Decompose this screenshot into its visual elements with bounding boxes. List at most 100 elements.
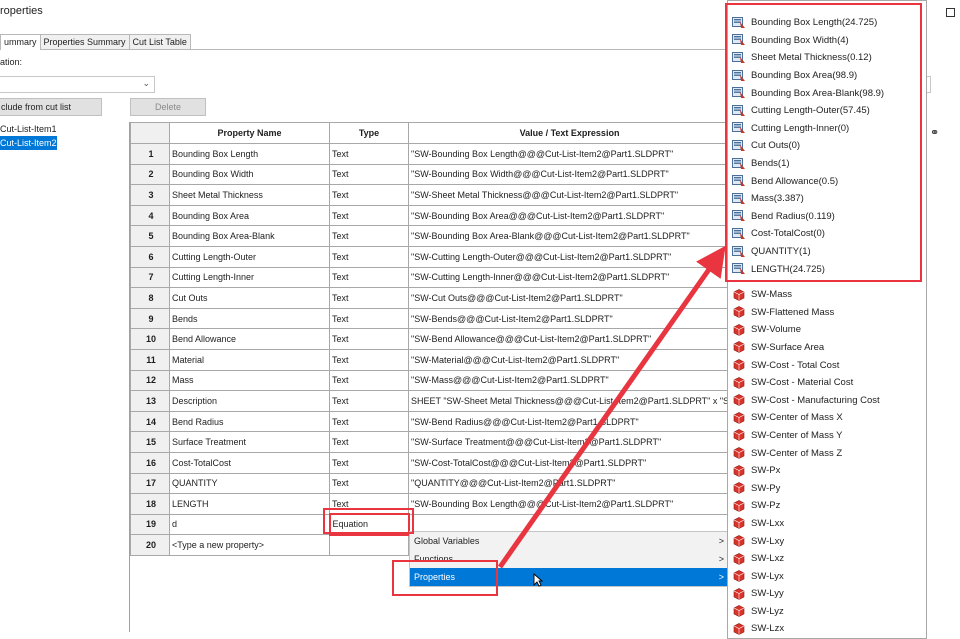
cut-list-item-1[interactable]: Cut-List-Item1 <box>0 122 57 136</box>
value-cell[interactable]: "SW-Bounding Box Width@@@Cut-List-Item2@… <box>408 163 731 186</box>
table-row[interactable]: 1 Bounding Box Length Text "SW-Bounding Box… <box>130 143 731 165</box>
type-cell[interactable]: Equation <box>328 513 410 536</box>
list-item[interactable]: SW-Mass <box>728 286 926 304</box>
type-cell[interactable]: Text <box>329 266 409 289</box>
table-row[interactable]: 2 Bounding Box Width Text "SW-Bounding Box … <box>130 163 731 186</box>
type-cell[interactable] <box>329 534 409 556</box>
list-item[interactable]: Cutting Length-Inner(0) <box>728 120 926 138</box>
list-item[interactable]: SW-Volume <box>728 321 926 339</box>
list-item[interactable]: SW-Lyz <box>728 603 926 621</box>
list-item[interactable]: QUANTITY(1) <box>728 243 926 261</box>
type-cell[interactable]: Text <box>329 348 409 371</box>
type-cell[interactable]: Text <box>329 390 409 412</box>
table-row[interactable]: 3 Sheet Metal Thickness Text "SW-Sheet Meta… <box>130 184 731 206</box>
value-cell[interactable]: "SW-Bounding Box Length@@@Cut-List-Item2… <box>408 143 731 165</box>
list-item[interactable]: Bend Allowance(0.5) <box>728 172 926 190</box>
cut-list-item-2[interactable]: Cut-List-Item2 <box>0 136 57 150</box>
list-item[interactable]: SW-Py <box>728 479 926 497</box>
type-cell[interactable]: Text <box>329 163 409 186</box>
table-row[interactable]: 13 Description Text SHEET "SW-Sheet Metal T… <box>130 390 731 412</box>
type-cell[interactable]: Text <box>329 184 409 206</box>
value-cell[interactable]: "SW-Cost-TotalCost@@@Cut-List-Item2@Part… <box>408 451 731 474</box>
value-cell[interactable]: "QUANTITY@@@Cut-List-Item2@Part1.SLDPRT" <box>408 472 731 495</box>
property-name-cell[interactable]: Bend Allowance <box>169 328 330 350</box>
property-name-cell[interactable]: Mass <box>169 369 330 392</box>
list-item[interactable]: Bounding Box Area(98.9) <box>728 67 926 85</box>
list-item[interactable]: Sheet Metal Thickness(0.12) <box>728 49 926 67</box>
value-cell[interactable]: "SW-Mass@@@Cut-List-Item2@Part1.SLDPRT" <box>408 369 731 392</box>
type-cell[interactable]: Text <box>329 287 409 309</box>
list-item[interactable]: Cutting Length-Outer(57.45) <box>728 102 926 120</box>
list-item[interactable]: LENGTH(24.725) <box>728 260 926 278</box>
list-item[interactable]: SW-Center of Mass X <box>728 409 926 427</box>
list-item[interactable]: Bends(1) <box>728 155 926 173</box>
tab-summary[interactable]: ummary <box>0 34 41 50</box>
value-cell[interactable]: "SW-Cutting Length-Outer@@@Cut-List-Item… <box>408 245 731 268</box>
value-cell[interactable]: "SW-Cut Outs@@@Cut-List-Item2@Part1.SLDP… <box>408 287 731 309</box>
table-row[interactable]: 10 Bend Allowance Text "SW-Bend Allowance@@… <box>130 328 731 350</box>
type-cell[interactable]: Text <box>329 204 409 227</box>
list-item[interactable]: SW-Lxy <box>728 532 926 550</box>
list-item[interactable]: Bounding Box Width(4) <box>728 32 926 50</box>
tab-properties-summary[interactable]: Properties Summary <box>39 34 130 50</box>
table-row[interactable]: 9 Bends Text "SW-Bends@@@Cut-List-Item2@Par… <box>130 307 731 330</box>
list-item[interactable]: SW-Lzx <box>728 620 926 638</box>
property-name-cell[interactable]: QUANTITY <box>169 472 330 495</box>
link-icon[interactable]: ⚭ <box>930 126 939 139</box>
type-cell[interactable]: Text <box>329 307 409 330</box>
property-name-cell[interactable]: Material <box>169 348 330 371</box>
list-item[interactable]: SW-Center of Mass Y <box>728 427 926 445</box>
list-item[interactable]: SW-Pz <box>728 497 926 515</box>
list-item[interactable]: Bounding Box Length(24.725) <box>728 14 926 32</box>
value-cell[interactable]: "SW-Surface Treatment@@@Cut-List-Item2@P… <box>408 431 731 453</box>
list-item[interactable]: SW-Surface Area <box>728 339 926 357</box>
value-cell[interactable]: "SW-Bounding Box Area-Blank@@@Cut-List-I… <box>408 225 731 247</box>
list-item[interactable]: SW-Lxx <box>728 515 926 533</box>
property-name-cell[interactable]: Bounding Box Area-Blank <box>169 225 330 247</box>
type-cell[interactable]: Text <box>329 451 409 474</box>
property-name-cell[interactable]: Bounding Box Area <box>169 204 330 227</box>
type-cell[interactable]: Text <box>329 225 409 247</box>
table-row[interactable]: 6 Cutting Length-Outer Text "SW-Cutting Len… <box>130 245 731 268</box>
list-item[interactable]: SW-Cost - Total Cost <box>728 356 926 374</box>
type-cell[interactable]: Text <box>329 493 409 515</box>
type-cell[interactable]: Text <box>329 472 409 495</box>
table-row[interactable]: 18 LENGTH Text "SW-Bounding Box Length@@@Cu… <box>130 493 731 515</box>
list-item[interactable]: Cost-TotalCost(0) <box>728 225 926 243</box>
value-cell[interactable]: "SW-Bend Radius@@@Cut-List-Item2@Part1.S… <box>408 410 731 433</box>
table-row[interactable]: 7 Cutting Length-Inner Text "SW-Cutting Len… <box>130 266 731 289</box>
table-row[interactable]: 14 Bend Radius Text "SW-Bend Radius@@@Cut-L… <box>130 410 731 433</box>
property-name-cell[interactable]: LENGTH <box>169 493 330 515</box>
maximize-icon[interactable] <box>946 8 955 17</box>
value-cell[interactable]: "SW-Bounding Box Length@@@Cut-List-Item2… <box>408 493 731 515</box>
list-item[interactable]: SW-Lxz <box>728 550 926 568</box>
list-item[interactable]: SW-Cost - Manufacturing Cost <box>728 391 926 409</box>
list-item[interactable]: SW-Lyx <box>728 567 926 585</box>
location-select[interactable]: ⌄ <box>0 76 155 93</box>
table-row[interactable]: 5 Bounding Box Area-Blank Text "SW-Bounding… <box>130 225 731 247</box>
menu-item-global-variables[interactable]: Global Variables > <box>410 532 728 550</box>
list-item[interactable]: Cut Outs(0) <box>728 137 926 155</box>
property-name-cell[interactable]: Cut Outs <box>169 287 330 309</box>
list-item[interactable]: SW-Px <box>728 462 926 480</box>
menu-item-properties[interactable]: Properties > <box>410 568 728 586</box>
value-cell[interactable]: SHEET "SW-Sheet Metal Thickness@@@Cut-Li… <box>408 390 731 412</box>
property-name-cell[interactable]: Cost-TotalCost <box>169 451 330 474</box>
value-cell[interactable]: "SW-Material@@@Cut-List-Item2@Part1.SLDP… <box>408 348 731 371</box>
table-row[interactable]: 16 Cost-TotalCost Text "SW-Cost-TotalCost@@… <box>130 451 731 474</box>
type-cell[interactable]: Text <box>329 410 409 433</box>
property-name-cell[interactable]: Cutting Length-Outer <box>169 245 330 268</box>
type-cell[interactable]: Text <box>329 245 409 268</box>
list-item[interactable]: SW-Flattened Mass <box>728 304 926 322</box>
type-cell[interactable]: Text <box>329 431 409 453</box>
type-cell[interactable]: Text <box>329 369 409 392</box>
property-name-cell[interactable]: d <box>169 513 330 536</box>
property-name-cell[interactable]: Cutting Length-Inner <box>169 266 330 289</box>
menu-item-functions[interactable]: Functions > <box>410 550 728 568</box>
property-name-cell[interactable]: Sheet Metal Thickness <box>169 184 330 206</box>
property-name-cell[interactable]: Bends <box>169 307 330 330</box>
list-item[interactable]: Bounding Box Area-Blank(98.9) <box>728 84 926 102</box>
table-row[interactable]: 11 Material Text "SW-Material@@@Cut-List-It… <box>130 348 731 371</box>
value-cell[interactable]: "SW-Bend Allowance@@@Cut-List-Item2@Part… <box>408 328 731 350</box>
value-cell[interactable]: "SW-Bends@@@Cut-List-Item2@Part1.SLDPRT" <box>408 307 731 330</box>
